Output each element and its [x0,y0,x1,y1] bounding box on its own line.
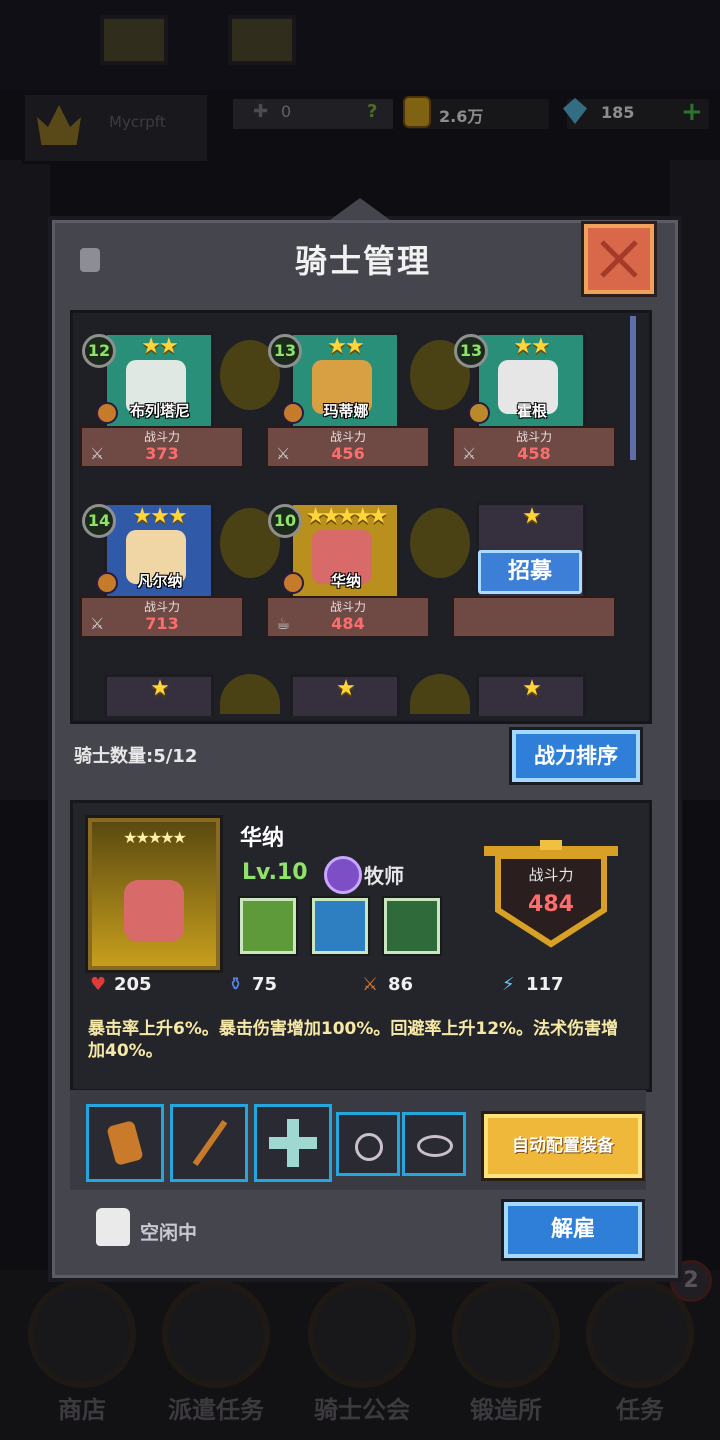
equip-slot-gauntlet[interactable] [86,1104,164,1182]
slot-stars: ★ [522,504,542,529]
knight-name: 凡尔纳 [137,572,183,590]
power-plate: 战斗力 ☕ 484 [266,596,430,638]
hp-heart-icon: ♥ [90,974,107,995]
knight-card-selected[interactable]: 10 ★★★★★ 华纳 战斗力 ☕ 484 [262,500,430,640]
knight-detail-level: Lv.10 [242,860,308,885]
power-label: 战斗力 [143,600,180,614]
equip-slot-staff[interactable] [170,1104,248,1182]
knight-stars: ★★ [327,334,364,359]
idle-icon [96,1208,130,1246]
slot-stars: ★ [522,676,542,701]
power-value: 484 [331,614,365,633]
cross-icon-bar [269,1137,317,1149]
knight-stars: ★★ [141,334,178,359]
close-button[interactable] [584,224,654,294]
staff-icon [192,1119,228,1167]
skill-bless-icon[interactable] [312,898,368,954]
gauntlet-icon [106,1120,144,1166]
knight-description: 暴击率上升6%。暴击伤害增加100%。回避率上升12%。法术伤害增加40%。 [88,1019,619,1061]
knight-list-scrollbar[interactable] [630,316,636,460]
dismiss-button[interactable]: 解雇 [504,1202,642,1258]
sort-by-power-button[interactable]: 战力排序 [512,730,640,782]
knight-name: 华纳 [330,572,361,590]
knight-detail-name: 华纳 [240,826,285,851]
knight-detail-portrait: ★★★★★ [88,818,220,970]
mana-value: 75 [252,974,278,995]
power-plate: 战斗力 ⚔ 713 [80,596,244,638]
slot-stars: ★ [336,676,356,701]
equip-slot-ring[interactable] [336,1112,400,1176]
equip-slot-bracelet[interactable] [402,1112,466,1176]
knight-card[interactable]: 14 ★★★ 凡尔纳 战斗力 ⚔ 713 [76,500,244,640]
empty-knight-slot[interactable]: ★ [76,672,240,716]
knight-stars: ★★ [513,334,550,359]
hp-value: 205 [114,974,152,995]
power-label: 战斗力 [143,430,180,444]
attack-sword-icon: ⚔ [362,974,379,995]
empty-plate [452,596,616,638]
skill-heal-box-icon[interactable] [240,898,296,954]
power-value: 456 [331,444,365,463]
power-label: 战斗力 [528,866,574,884]
close-icon [600,240,638,278]
power-plate: 战斗力 ⚔ 456 [266,426,430,468]
detail-power-value: 484 [528,892,574,917]
speed-value: 117 [526,974,564,995]
speed-bolt-icon: ⚡ [502,974,515,995]
priest-class-icon [324,856,362,894]
detail-stars: ★★★★★ [123,828,187,847]
power-plate: 战斗力 ⚔ 373 [80,426,244,468]
knight-count: 骑士数量:5/12 [74,746,198,767]
skill-holy-cross-icon[interactable] [384,898,440,954]
auto-equip-button[interactable]: 自动配置装备 [484,1114,642,1178]
knight-card[interactable]: 12 ★★ 布列塔尼 战斗力 ⚔ 373 [76,330,244,470]
recruit-button[interactable]: 招募 [478,550,582,594]
idle-status: 空闲中 [140,1222,198,1244]
power-plate: 战斗力 ⚔ 458 [452,426,616,468]
power-label: 战斗力 [329,430,366,444]
knight-stars: ★★★ [132,504,187,529]
slot-stars: ★ [150,676,170,701]
knight-stars: ★★★★★ [305,504,389,529]
equip-slot-accessory[interactable] [254,1104,332,1182]
attack-value: 86 [388,974,414,995]
empty-knight-slot[interactable]: ★ [262,672,426,716]
power-label: 战斗力 [515,430,552,444]
power-value: 713 [145,614,179,633]
knight-class-name: 牧师 [364,864,404,888]
empty-knight-slot[interactable]: ★ [448,672,612,716]
knight-name: 霍根 [516,402,547,420]
power-value: 458 [517,444,551,463]
knight-card[interactable]: 13 ★★ 霍根 战斗力 ⚔ 458 [448,330,616,470]
bracelet-icon [417,1135,453,1157]
knight-card[interactable]: 13 ★★ 玛蒂娜 战斗力 ⚔ 456 [262,330,430,470]
power-label: 战斗力 [329,600,366,614]
knight-sprite [124,880,184,942]
knight-name: 玛蒂娜 [323,402,369,420]
ring-icon [355,1133,383,1161]
knight-name: 布列塔尼 [129,402,190,420]
empty-knight-slot[interactable]: ★ 招募 [448,500,616,640]
power-value: 373 [145,444,179,463]
mana-potion-icon: ⚱ [228,974,244,995]
